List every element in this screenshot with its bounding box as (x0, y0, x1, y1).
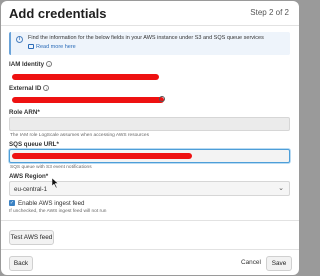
dialog-header: Add credentials Step 2 of 2 (1, 1, 299, 25)
aws-region-label: AWS Region* (9, 173, 49, 180)
add-credentials-dialog: Add credentials Step 2 of 2 i Find the i… (1, 1, 299, 275)
save-button[interactable]: Save (266, 256, 292, 271)
enable-ingest-label[interactable]: Enable AWS ingest feed (18, 200, 85, 207)
read-more-link[interactable]: Read more here (28, 44, 76, 50)
external-id-label: External ID i (9, 85, 50, 92)
redaction-mark (12, 74, 159, 80)
dialog-title: Add credentials (9, 6, 107, 21)
enable-ingest-help: If unchecked, the AWS ingest feed will n… (9, 209, 107, 214)
cancel-button[interactable]: Cancel (241, 259, 261, 266)
section-divider (1, 220, 299, 221)
iam-identity-field[interactable] (9, 70, 290, 83)
sqs-queue-url-label: SQS queue URL* (9, 141, 59, 148)
footer-divider (1, 249, 299, 250)
info-banner-text: Find the information for the below field… (28, 35, 264, 41)
chevron-down-icon: ⌄ (278, 185, 284, 192)
enable-ingest-checkbox[interactable]: ✓ (9, 200, 15, 206)
test-aws-feed-button[interactable]: Test AWS feed (9, 230, 54, 245)
external-id-field[interactable] (9, 93, 290, 106)
back-button[interactable]: Back (9, 256, 33, 271)
mouse-pointer-icon (52, 178, 59, 188)
header-divider (1, 25, 299, 26)
sqs-queue-url-help: SQS queue with S3 event notifications (10, 165, 92, 170)
info-icon: i (16, 36, 23, 43)
sqs-queue-url-field[interactable] (9, 149, 290, 163)
role-arn-label: Role ARN* (9, 109, 40, 116)
external-link-icon (28, 44, 34, 49)
role-arn-field[interactable] (9, 117, 290, 131)
iam-identity-label: IAM Identity i (9, 61, 53, 68)
info-banner: i Find the information for the below fie… (9, 32, 290, 55)
redaction-mark (12, 97, 164, 103)
help-icon[interactable]: i (46, 61, 53, 67)
redaction-mark (12, 153, 192, 159)
aws-region-value: eu-central-1 (14, 186, 48, 193)
step-indicator: Step 2 of 2 (250, 8, 289, 17)
read-more-label: Read more here (36, 44, 76, 50)
cursor-ring-icon (159, 96, 165, 102)
role-arn-help: The IAM role LogScale assumes when acces… (10, 133, 149, 138)
help-icon[interactable]: i (43, 85, 50, 91)
